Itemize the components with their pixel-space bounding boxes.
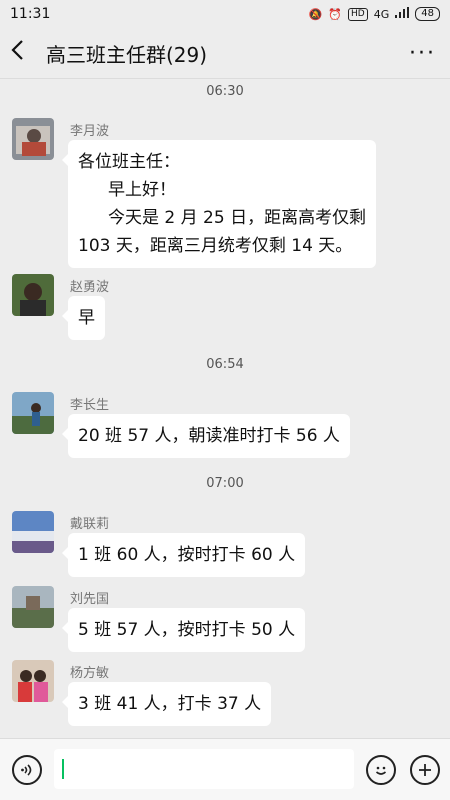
message-bubble[interactable]: 早 xyxy=(62,296,105,340)
timestamp: 06:54 xyxy=(206,357,244,372)
message-bubble[interactable]: 3 班 41 人，打卡 37 人 xyxy=(61,682,272,726)
input-bar xyxy=(0,738,450,800)
message-text: 1 班 60 人，按时打卡 60 人 xyxy=(78,545,296,565)
chevron-left-icon[interactable] xyxy=(10,28,40,78)
alarm-icon: ⏰ xyxy=(328,7,343,21)
sender-name: 戴联莉 xyxy=(70,517,110,532)
avatar[interactable] xyxy=(12,660,54,702)
status-bar: 11:31 🔕 ⏰ HD 4G 48 xyxy=(0,0,450,28)
avatar[interactable] xyxy=(12,274,54,316)
text-cursor xyxy=(62,759,64,779)
message-line: 各位班主任： xyxy=(78,152,180,172)
timestamp: 07:00 xyxy=(206,476,244,491)
hd-icon: HD xyxy=(348,7,368,21)
message-text: 早 xyxy=(78,308,95,328)
sender-name: 杨方敏 xyxy=(70,666,110,681)
chat-header: 高三班主任群(29) ··· xyxy=(0,28,450,78)
signal-icon xyxy=(395,7,410,21)
battery-icon: 48 xyxy=(415,7,440,21)
mute-icon: 🔕 xyxy=(308,7,323,21)
sender-name: 李月波 xyxy=(70,124,110,139)
message-bubble[interactable]: 1 班 60 人，按时打卡 60 人 xyxy=(61,533,306,577)
avatar[interactable] xyxy=(12,118,54,160)
timestamp: 06:30 xyxy=(206,84,244,99)
message-line: 103 天，距离三月统考仅剩 14 天。 xyxy=(78,236,353,256)
sender-name: 刘先国 xyxy=(70,592,110,607)
plus-icon[interactable] xyxy=(410,755,440,785)
voice-icon[interactable] xyxy=(12,755,42,785)
message-line: 早上好！ xyxy=(108,180,176,200)
message-text: 5 班 57 人，按时打卡 50 人 xyxy=(78,620,296,640)
sender-name: 赵勇波 xyxy=(70,280,110,295)
message-line: 今天是 2 月 25 日，距离高考仅剩 xyxy=(108,208,367,228)
more-icon[interactable]: ··· xyxy=(409,41,440,66)
avatar[interactable] xyxy=(12,586,54,628)
message-text: 20 班 57 人，朝读准时打卡 56 人 xyxy=(78,426,340,446)
message-input[interactable] xyxy=(54,749,354,789)
avatar[interactable] xyxy=(12,392,54,434)
avatar[interactable] xyxy=(12,511,54,553)
message-bubble[interactable]: 各位班主任： 早上好！ 今天是 2 月 25 日，距离高考仅剩 103 天，距离… xyxy=(62,140,376,268)
sender-name: 李长生 xyxy=(70,398,110,413)
message-text: 3 班 41 人，打卡 37 人 xyxy=(78,694,262,714)
message-bubble[interactable]: 20 班 57 人，朝读准时打卡 56 人 xyxy=(62,414,350,458)
chat-title: 高三班主任群(29) xyxy=(46,42,208,67)
status-icons: 🔕 ⏰ HD 4G 48 xyxy=(309,7,440,21)
network-label: 4G xyxy=(373,7,390,21)
emoji-icon[interactable] xyxy=(366,755,396,785)
header-divider xyxy=(0,78,450,79)
status-time: 11:31 xyxy=(10,6,51,22)
message-bubble[interactable]: 5 班 57 人，按时打卡 50 人 xyxy=(61,608,306,652)
